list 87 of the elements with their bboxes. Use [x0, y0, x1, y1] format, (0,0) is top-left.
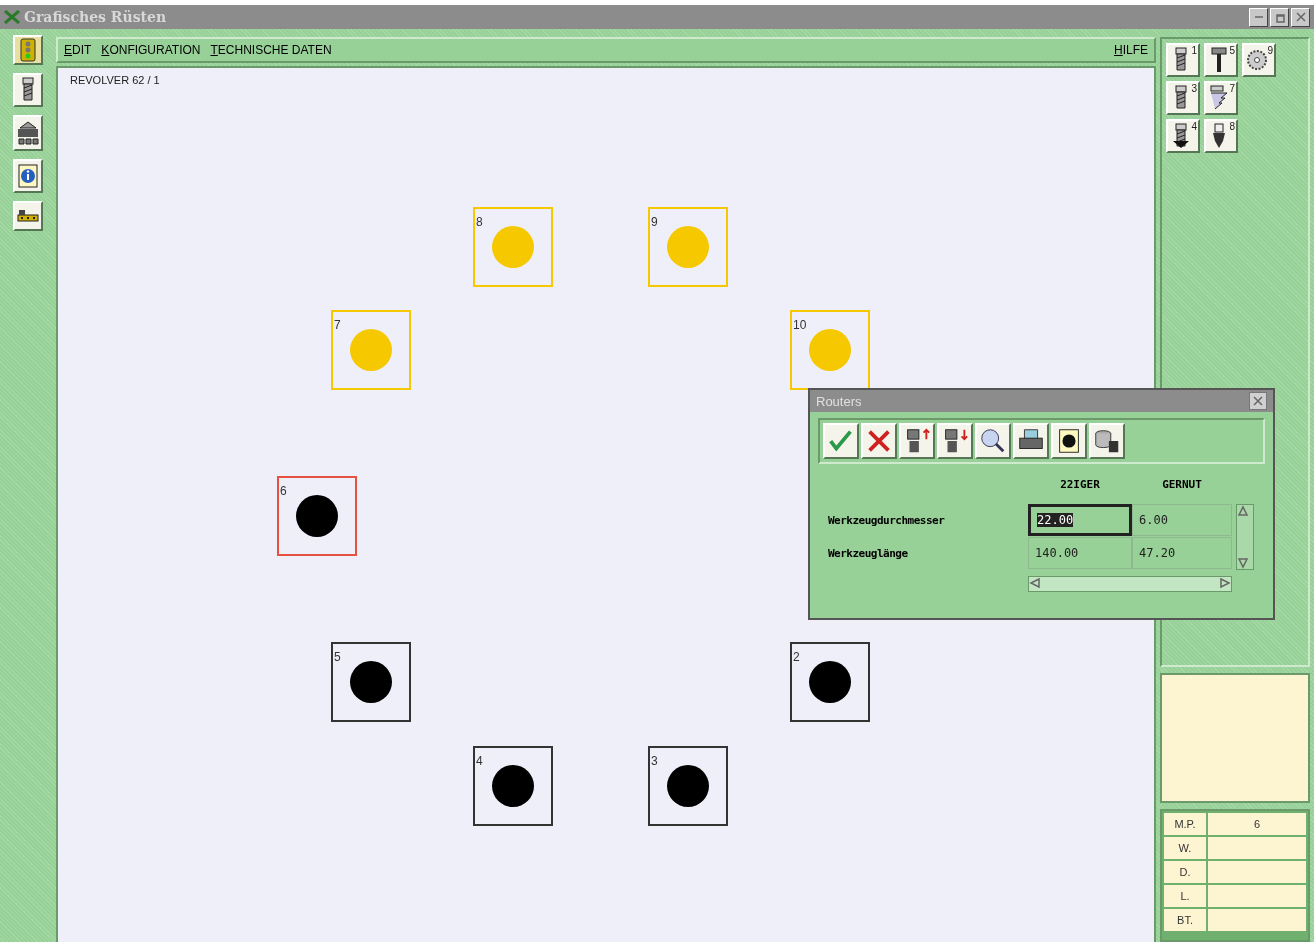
tool-pocket[interactable]: 3 [648, 746, 728, 826]
tool-type-button[interactable]: 1 [1166, 43, 1200, 77]
canvas-title: REVOLVER 62 / 1 [70, 74, 160, 86]
tool-pocket[interactable]: 8 [473, 207, 553, 287]
value-field[interactable]: 6.00 [1132, 504, 1232, 536]
pocket-number: 5 [334, 650, 341, 664]
help-button[interactable] [1051, 423, 1087, 459]
column-header: 22IGER [1059, 478, 1101, 493]
saw-blade-icon [1246, 47, 1268, 73]
value-field[interactable]: 140.00 [1028, 537, 1132, 569]
scroll-left-icon [1029, 577, 1041, 589]
tool-type-button[interactable]: 5 [1204, 43, 1238, 77]
move-up-button[interactable] [899, 423, 935, 459]
cutter-icon [1208, 85, 1230, 111]
table-cell: BT. [1164, 909, 1206, 931]
row-label: Werkzeugdurchmesser [828, 512, 946, 529]
table-cell: L. [1164, 885, 1206, 907]
scroll-right-icon [1219, 577, 1231, 589]
pocket-number: 2 [793, 650, 800, 664]
info-icon [18, 164, 38, 188]
scroll-down-icon [1237, 557, 1249, 569]
traffic-light-icon [18, 38, 38, 62]
close-icon [1252, 395, 1264, 407]
rail-icon [17, 209, 39, 223]
window-title: Grafisches Rüsten [24, 9, 167, 25]
vertical-scrollbar[interactable] [1236, 504, 1254, 570]
scroll-up-icon [1237, 505, 1249, 517]
close-button[interactable] [1291, 7, 1310, 27]
tool-number: 1 [1191, 45, 1197, 56]
pocket-number: 6 [280, 484, 287, 498]
table-cell: 6 [1208, 813, 1306, 835]
tool-type-button[interactable]: 4 [1166, 119, 1200, 153]
tool-pocket[interactable]: 4 [473, 746, 553, 826]
maximize-button[interactable] [1270, 7, 1289, 27]
maximize-icon [1273, 11, 1286, 23]
tool-button[interactable] [13, 73, 43, 107]
cancel-button[interactable] [861, 423, 897, 459]
database-button[interactable] [1089, 423, 1125, 459]
table-cell: D. [1164, 861, 1206, 883]
tool-number: 9 [1267, 45, 1273, 56]
tool-type-button[interactable]: 7 [1204, 81, 1238, 115]
search-button[interactable] [975, 423, 1011, 459]
tool-pocket[interactable]: 2 [790, 642, 870, 722]
machine-button[interactable] [13, 115, 43, 151]
tool-pocket[interactable]: 7 [331, 310, 411, 390]
info-button[interactable] [13, 159, 43, 193]
pocket-number: 3 [651, 754, 658, 768]
dialog-title: Routers [816, 393, 862, 409]
pocket-number: 4 [476, 754, 483, 768]
tool-type-button[interactable]: 8 [1204, 119, 1238, 153]
close-icon [1294, 11, 1307, 23]
horizontal-scrollbar[interactable] [1028, 576, 1232, 592]
minimize-icon [1254, 16, 1263, 18]
pocket-number: 8 [476, 215, 483, 229]
tool-number: 7 [1229, 83, 1235, 94]
table-cell: M.P. [1164, 813, 1206, 835]
menu-item[interactable]: KONFIGURATION [101, 43, 201, 57]
minimize-button[interactable] [1249, 7, 1268, 27]
pocket-number: 10 [793, 318, 807, 332]
table-cell: W. [1164, 837, 1206, 859]
tool-pocket[interactable]: 6 [277, 476, 357, 556]
tool-type-button[interactable]: 3 [1166, 81, 1200, 115]
menu-item[interactable]: EDIT [64, 43, 92, 57]
tool-pocket[interactable]: 9 [648, 207, 728, 287]
pocket-number: 9 [651, 215, 658, 229]
dialog-close-button[interactable] [1249, 392, 1267, 410]
help-menu[interactable]: HILFE [1114, 43, 1148, 57]
app-logo-icon [4, 10, 20, 24]
menu-item[interactable]: TECHNISCHE DATEN [210, 43, 332, 57]
row-label: Werkzeuglänge [828, 545, 909, 562]
confirm-button[interactable] [823, 423, 859, 459]
tool-type-button[interactable]: 9 [1242, 43, 1276, 77]
tool-number: 8 [1229, 121, 1235, 132]
tool-number: 5 [1229, 45, 1235, 56]
move-down-button[interactable] [937, 423, 973, 459]
tool-pocket[interactable]: 5 [331, 642, 411, 722]
column-header: GERNUT [1161, 478, 1203, 493]
t-tool-icon [1208, 47, 1230, 73]
traffic-light-button[interactable] [13, 35, 43, 65]
value-field[interactable]: 47.20 [1132, 537, 1232, 569]
machine-icon [16, 120, 40, 146]
tool-number: 3 [1191, 83, 1197, 94]
setup-button[interactable] [13, 201, 43, 231]
tool-number: 4 [1191, 121, 1197, 132]
value-field[interactable]: 22.00 [1028, 504, 1132, 536]
pocket-number: 7 [334, 318, 341, 332]
print-button[interactable] [1013, 423, 1049, 459]
